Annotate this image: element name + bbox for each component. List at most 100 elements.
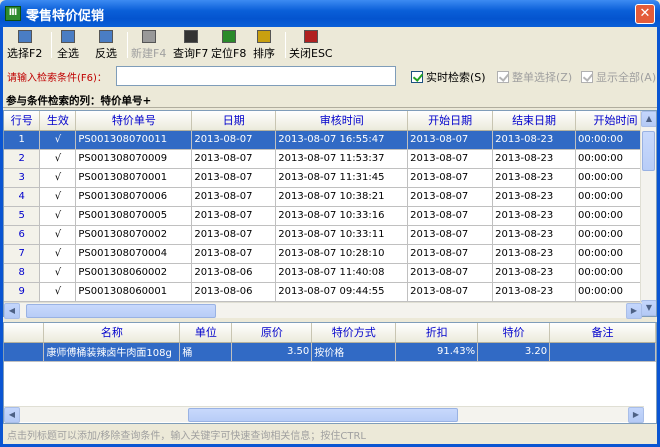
table-cell: √ (39, 282, 77, 302)
column-header[interactable]: 原价 (231, 323, 313, 343)
toolbar-label: 定位F8 (211, 47, 247, 60)
scroll-right-icon[interactable]: ▶ (628, 407, 644, 423)
table-cell: √ (39, 206, 77, 226)
exit-icon (303, 30, 318, 43)
scroll-up-icon[interactable]: ▲ (641, 111, 656, 127)
column-header[interactable]: 生效 (39, 111, 77, 131)
scroll-thumb[interactable] (642, 131, 655, 171)
column-header[interactable]: 结束日期 (492, 111, 577, 131)
toolbar-label: 关闭ESC (289, 47, 333, 60)
detail-horizontal-scrollbar[interactable]: ◀ ▶ (4, 406, 644, 423)
column-header[interactable]: 名称 (43, 323, 181, 343)
table-cell: PS001308070011 (75, 130, 193, 150)
new-button[interactable]: 新建F4 (131, 30, 166, 60)
column-header[interactable]: 特价 (477, 323, 551, 343)
column-header[interactable]: 单位 (179, 323, 233, 343)
table-cell: PS001308070004 (75, 244, 193, 264)
table-cell: 2013-08-07 (407, 168, 494, 188)
select-button[interactable]: 选择F2 (7, 30, 42, 60)
table-cell: 2013-08-07 (191, 130, 277, 150)
column-header[interactable]: 备注 (549, 323, 656, 343)
table-row[interactable]: 1 √ PS001308070011 2013-08-07 2013-08-07 16:… (4, 130, 656, 150)
search-label: 请输入检索条件(F6)： (7, 73, 107, 84)
column-header[interactable]: 审核时间 (275, 111, 409, 131)
close-window-button[interactable]: ✕ (635, 4, 655, 24)
checkbox-checked-icon (411, 71, 423, 83)
table-row[interactable]: 3 √ PS001308070001 2013-08-07 2013-08-07 11:… (4, 168, 656, 188)
checklist-icon (17, 30, 32, 43)
table-cell: 2013-08-23 (492, 168, 577, 188)
table-cell: 91.43% (395, 342, 479, 362)
scroll-left-icon[interactable]: ◀ (4, 407, 20, 423)
show-all-checkbox[interactable]: 显示全部(A) (581, 69, 656, 85)
scroll-left-icon[interactable]: ◀ (4, 303, 20, 319)
master-horizontal-scrollbar[interactable]: ◀ ▶ (4, 302, 642, 319)
row-header (4, 342, 45, 362)
table-cell: PS001308070006 (75, 187, 193, 207)
table-cell: PS001308070009 (75, 149, 193, 169)
column-header[interactable]: 特价单号 (75, 111, 193, 131)
table-row[interactable]: 6 √ PS001308070002 2013-08-07 2013-08-07 10:… (4, 225, 656, 245)
toolbar-separator (285, 32, 286, 58)
toolbar-label: 新建F4 (131, 47, 167, 60)
table-row[interactable]: 7 √ PS001308070004 2013-08-07 2013-08-07 10:… (4, 244, 656, 264)
column-header[interactable]: 开始日期 (407, 111, 494, 131)
invert-selection-button[interactable]: 反选 (95, 30, 117, 60)
toolbar-label: 反选 (95, 47, 117, 60)
sort-button[interactable]: 排序 (253, 30, 275, 60)
toolbar-label: 全选 (57, 47, 79, 60)
realtime-search-label: 实时检索(S) (426, 71, 486, 84)
table-row[interactable]: 4 √ PS001308070006 2013-08-07 2013-08-07 10:… (4, 187, 656, 207)
table-cell: 康师傅桶装辣卤牛肉面108g (43, 342, 181, 362)
table-cell: 2013-08-07 (191, 168, 277, 188)
column-header[interactable]: 特价方式 (311, 323, 397, 343)
toolbar-label: 选择F2 (7, 47, 43, 60)
table-cell: 2013-08-07 (407, 187, 494, 207)
table-cell: 2 (4, 149, 41, 169)
table-cell: 2013-08-07 (407, 206, 494, 226)
toolbar-separator (51, 32, 52, 58)
table-cell: PS001308070001 (75, 168, 193, 188)
checkbox-checked-icon (581, 71, 593, 83)
table-cell: 2013-08-07 (191, 149, 277, 169)
master-table: 行号 生效 特价单号 日期 审核时间 开始日期 结束日期 开始时间 1 √ PS001308070… (4, 111, 656, 302)
row-header-corner (4, 323, 45, 343)
column-header[interactable]: 日期 (191, 111, 277, 131)
table-cell: 5 (4, 206, 41, 226)
toolbar-separator (127, 32, 128, 58)
table-cell: 桶 (179, 342, 233, 362)
table-cell: 2013-08-07 11:53:37 (275, 149, 409, 169)
table-cell: 3 (4, 168, 41, 188)
close-esc-button[interactable]: 关闭ESC (289, 30, 333, 60)
table-cell: √ (39, 225, 77, 245)
table-cell: PS001308060002 (75, 263, 193, 283)
scroll-thumb[interactable] (188, 408, 458, 422)
table-row[interactable]: 2 √ PS001308070009 2013-08-07 2013-08-07 11:… (4, 149, 656, 169)
realtime-search-checkbox[interactable]: 实时检索(S) (411, 69, 486, 85)
table-cell: 9 (4, 282, 41, 302)
locate-button[interactable]: 定位F8 (211, 30, 246, 60)
whole-order-checkbox[interactable]: 整单选择(Z) (497, 69, 572, 85)
table-row[interactable]: 5 √ PS001308070005 2013-08-07 2013-08-07 10:… (4, 206, 656, 226)
scroll-right-icon[interactable]: ▶ (626, 303, 642, 319)
search-input[interactable] (116, 66, 396, 86)
master-vertical-scrollbar[interactable]: ▲ ▼ (640, 111, 656, 316)
select-all-button[interactable]: 全选 (57, 30, 79, 60)
table-cell: 2013-08-07 09:44:55 (275, 282, 409, 302)
column-header[interactable]: 行号 (4, 111, 41, 131)
table-row[interactable]: 康师傅桶装辣卤牛肉面108g 桶 3.50 按价格 91.43% 3.20 (4, 342, 656, 362)
table-row[interactable]: 8 √ PS001308060002 2013-08-06 2013-08-07 11:… (4, 263, 656, 283)
query-button[interactable]: 查询F7 (173, 30, 208, 60)
table-cell: 2013-08-07 11:40:08 (275, 263, 409, 283)
table-cell: 2013-08-23 (492, 187, 577, 207)
table-cell: 2013-08-23 (492, 282, 577, 302)
show-all-label: 显示全部(A) (596, 71, 657, 84)
toolbar-label: 查询F7 (173, 47, 209, 60)
table-row[interactable]: 9 √ PS001308060001 2013-08-06 2013-08-07 09:… (4, 282, 656, 302)
table-cell: PS001308070002 (75, 225, 193, 245)
table-cell: 2013-08-07 (407, 130, 494, 150)
title-bar: Ⅲ 零售特价促销 ✕ (0, 0, 660, 27)
column-header[interactable]: 折扣 (395, 323, 479, 343)
scroll-thumb[interactable] (26, 304, 216, 318)
scroll-down-icon[interactable]: ▼ (641, 300, 656, 316)
